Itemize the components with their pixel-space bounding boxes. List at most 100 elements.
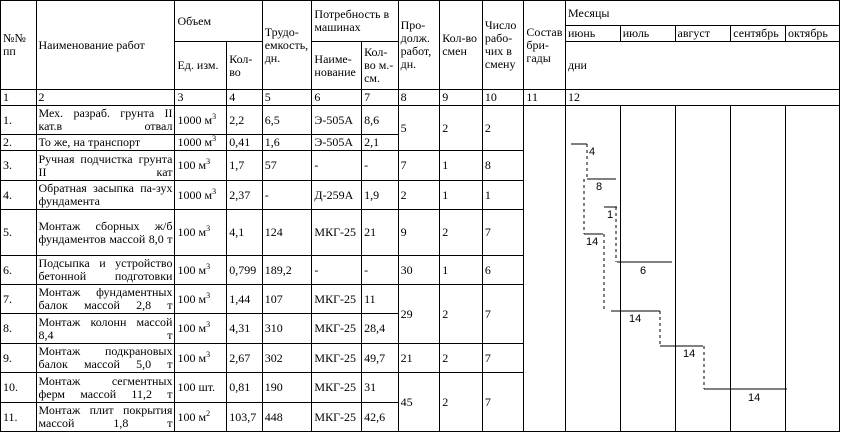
header-volume: Объем bbox=[174, 0, 263, 42]
header-months: Месяцы bbox=[564, 0, 841, 26]
row-duration: 45 bbox=[397, 372, 441, 432]
row-name: Монтаж сборных ж/б фундаментов массой 8,… bbox=[35, 209, 176, 256]
row-unit: 100 м2 bbox=[174, 402, 228, 432]
header-vol-unit: Ед. изм. bbox=[174, 41, 228, 90]
colnum-3: 3 bbox=[174, 89, 228, 106]
row-machine-qty: 21 bbox=[361, 209, 399, 256]
colnum-8: 8 bbox=[397, 89, 441, 106]
row-qty: 2,67 bbox=[226, 343, 263, 373]
row-qty: 4,1 bbox=[226, 209, 263, 256]
row-num: 5. bbox=[0, 209, 37, 256]
row-num: 3. bbox=[0, 150, 37, 181]
row-shifts: 2 bbox=[439, 372, 483, 432]
gantt-june bbox=[564, 105, 621, 432]
row-duration: 9 bbox=[397, 209, 441, 256]
month-june: июнь bbox=[564, 25, 621, 42]
row-labor: 190 bbox=[261, 372, 313, 403]
row-machine: МКГ-25 bbox=[311, 402, 363, 432]
row-unit: 1000 м3 bbox=[174, 180, 228, 210]
row-machine-qty: 1,9 bbox=[361, 180, 399, 210]
row-machine-qty: 2,1 bbox=[361, 134, 399, 151]
row-unit: 100 шт. bbox=[174, 372, 228, 403]
row-unit: 100 м3 bbox=[174, 343, 228, 373]
row-name: Ручная подчистка грунта II кат bbox=[35, 150, 176, 181]
month-october: октябрь bbox=[785, 25, 840, 42]
row-workers: 6 bbox=[481, 255, 525, 285]
row-machine: - bbox=[311, 255, 363, 285]
row-labor: 310 bbox=[261, 313, 313, 344]
row-name: То же, на транспорт bbox=[35, 134, 176, 151]
row-name: Монтаж фундаментных балок массой 2,8 т bbox=[35, 284, 176, 314]
row-machine-qty: 28,4 bbox=[361, 313, 399, 344]
colnum-4: 4 bbox=[226, 89, 263, 106]
colnum-12: 12 bbox=[564, 89, 841, 106]
row-qty: 1,44 bbox=[226, 284, 263, 314]
header-duration: Про-долж. работ, дн. bbox=[397, 0, 441, 90]
row-machine: - bbox=[311, 150, 363, 181]
row-duration: 7 bbox=[397, 150, 441, 181]
table-row: 1. Мех. разраб. грунта II кат.в отвал 10… bbox=[0, 105, 840, 432]
month-july: июль bbox=[619, 25, 676, 42]
colnum-1: 1 bbox=[0, 89, 37, 106]
row-duration: 29 bbox=[397, 284, 441, 344]
row-labor: 448 bbox=[261, 402, 313, 432]
month-august: август bbox=[674, 25, 732, 42]
gantt-october bbox=[785, 105, 840, 432]
gantt-august bbox=[674, 105, 732, 432]
brigade-column bbox=[523, 105, 566, 432]
row-num: 1. bbox=[0, 105, 37, 135]
colnum-9: 9 bbox=[439, 89, 483, 106]
row-name: Обратная засыпка па-зух фундамента bbox=[35, 180, 176, 210]
row-unit: 100 м3 bbox=[174, 255, 228, 285]
row-unit: 100 м3 bbox=[174, 209, 228, 256]
row-name: Подсыпка и устройство бетонной подготовк… bbox=[35, 255, 176, 285]
row-duration: 30 bbox=[397, 255, 441, 285]
row-qty: 2,37 bbox=[226, 180, 263, 210]
header-num: №№ пп bbox=[0, 0, 37, 90]
row-name: Монтаж подкрановых балок массой 5,0 т bbox=[35, 343, 176, 373]
row-unit: 100 м3 bbox=[174, 150, 228, 181]
row-machine-qty: - bbox=[361, 255, 399, 285]
row-shifts: 1 bbox=[439, 150, 483, 181]
row-labor: 57 bbox=[261, 150, 313, 181]
row-num: 7. bbox=[0, 284, 37, 314]
row-workers: 8 bbox=[481, 150, 525, 181]
row-labor: 189,2 bbox=[261, 255, 313, 285]
row-shifts: 2 bbox=[439, 105, 483, 151]
header-vol-qty: Кол-во bbox=[226, 41, 263, 90]
header-mach-qty: Кол-во м.-см. bbox=[361, 41, 399, 90]
header-labor: Трудо-емкость, дн. bbox=[261, 0, 313, 90]
row-machine-qty: - bbox=[361, 150, 399, 181]
row-duration: 21 bbox=[397, 343, 441, 373]
colnum-11: 11 bbox=[523, 89, 566, 106]
row-machine: Э-505А bbox=[311, 134, 363, 151]
row-qty: 103,7 bbox=[226, 402, 263, 432]
row-machine: Э-505А bbox=[311, 105, 363, 135]
row-machine: МКГ-25 bbox=[311, 313, 363, 344]
colnum-5: 5 bbox=[261, 89, 313, 106]
row-qty: 1,7 bbox=[226, 150, 263, 181]
row-num: 6. bbox=[0, 255, 37, 285]
gantt-september bbox=[730, 105, 787, 432]
row-name: Мех. разраб. грунта II кат.в отвал bbox=[35, 105, 176, 135]
row-unit: 1000 м3 bbox=[174, 105, 228, 135]
row-duration: 5 bbox=[397, 105, 441, 151]
row-shifts: 1 bbox=[439, 180, 483, 210]
row-workers: 7 bbox=[481, 372, 525, 432]
row-qty: 0,41 bbox=[226, 134, 263, 151]
row-unit: 100 м3 bbox=[174, 313, 228, 344]
row-machine: МКГ-25 bbox=[311, 209, 363, 256]
row-unit: 100 м3 bbox=[174, 284, 228, 314]
row-unit: 1000 м3 bbox=[174, 134, 228, 151]
row-workers: 7 bbox=[481, 209, 525, 256]
row-shifts: 2 bbox=[439, 343, 483, 373]
row-num: 9. bbox=[0, 343, 37, 373]
header-mach-name: Наиме-нование bbox=[311, 41, 363, 90]
row-labor: 6,5 bbox=[261, 105, 313, 135]
work-schedule-table: №№ пп Наименование работ Объем Трудо-емк… bbox=[0, 0, 841, 432]
row-num: 11. bbox=[0, 402, 37, 432]
row-workers: 7 bbox=[481, 284, 525, 344]
row-machine-qty: 42,6 bbox=[361, 402, 399, 432]
row-machine-qty: 8,6 bbox=[361, 105, 399, 135]
row-labor: 107 bbox=[261, 284, 313, 314]
